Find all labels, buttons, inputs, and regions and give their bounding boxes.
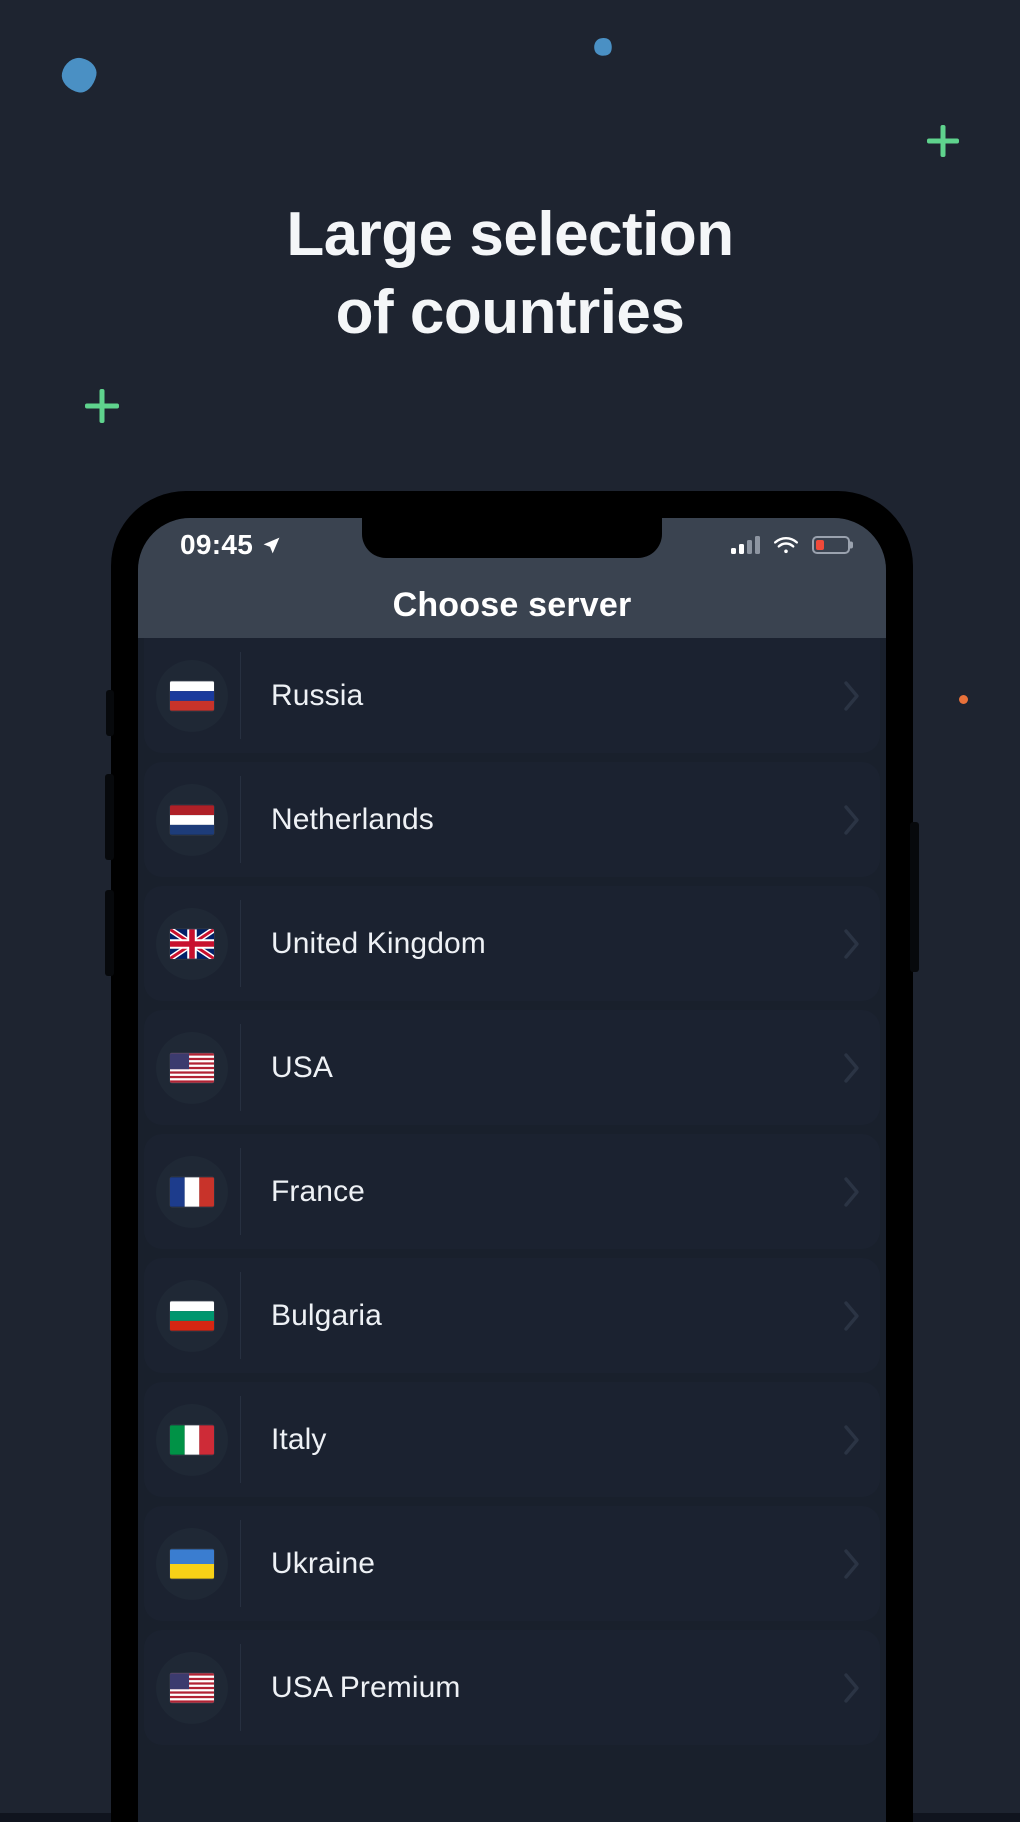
server-name-label: Ukraine (271, 1546, 376, 1580)
phone-notch (362, 518, 662, 558)
decorative-dot (959, 695, 968, 704)
server-flag-cell (144, 659, 240, 732)
flag-fr-icon (170, 1176, 214, 1207)
page-title-line-2: of countries (335, 278, 685, 348)
server-flag-avatar (156, 907, 228, 980)
chevron-right-icon[interactable] (824, 1671, 880, 1705)
chevron-right-icon[interactable] (824, 1175, 880, 1209)
chevron-right-icon[interactable] (824, 679, 880, 713)
server-list-item[interactable]: Russia (144, 638, 880, 753)
server-flag-avatar (156, 659, 228, 732)
app-header-title: Choose server (392, 585, 632, 624)
wifi-icon (773, 536, 799, 555)
chevron-right-icon[interactable] (824, 1547, 880, 1581)
server-list-item[interactable]: Netherlands (144, 762, 880, 877)
server-flag-avatar (156, 1651, 228, 1724)
server-flag-cell (144, 1527, 240, 1600)
cellular-signal-icon (731, 536, 760, 554)
server-flag-avatar (156, 1403, 228, 1476)
server-flag-avatar (156, 1527, 228, 1600)
flag-us-icon (170, 1052, 214, 1083)
phone-volume-down-button[interactable] (105, 890, 114, 976)
server-name-label: France (271, 1174, 365, 1208)
server-name-label: Bulgaria (271, 1298, 382, 1332)
chevron-right-icon[interactable] (824, 803, 880, 837)
server-flag-avatar (156, 1155, 228, 1228)
page-title-line-1: Large selection (286, 200, 734, 269)
decorative-blob-star-large (58, 54, 100, 96)
server-list-item[interactable]: USA Premium (144, 1630, 880, 1745)
server-flag-cell (144, 907, 240, 980)
server-name-label: USA Premium (271, 1670, 461, 1704)
server-flag-cell (144, 1403, 240, 1476)
page-title: Large selection of countries (0, 196, 1020, 352)
phone-screen: 09:45 Choose server Russia Netherlands U… (138, 518, 886, 1822)
status-bar-right (731, 536, 850, 555)
flag-us-icon (170, 1672, 214, 1703)
phone-frame: 09:45 Choose server Russia Netherlands U… (105, 492, 919, 1822)
chevron-right-icon[interactable] (824, 1299, 880, 1333)
server-flag-avatar (156, 1279, 228, 1352)
phone-power-button[interactable] (910, 822, 919, 972)
server-name-label: United Kingdom (271, 926, 486, 960)
server-flag-cell (144, 1651, 240, 1724)
server-list-item[interactable]: Ukraine (144, 1506, 880, 1621)
battery-fill (816, 540, 824, 550)
decorative-plus-top-right (927, 125, 959, 157)
server-name-label: Netherlands (271, 802, 434, 836)
status-bar-time: 09:45 (180, 529, 254, 560)
phone-mockup: 09:45 Choose server Russia Netherlands U… (105, 492, 919, 1822)
server-list-item[interactable]: USA (144, 1010, 880, 1125)
flag-nl-icon (170, 804, 214, 835)
chevron-right-icon[interactable] (824, 927, 880, 961)
flag-bg-icon (170, 1300, 214, 1331)
server-list-item[interactable]: United Kingdom (144, 886, 880, 1001)
server-flag-cell (144, 1031, 240, 1104)
server-flag-cell (144, 1279, 240, 1352)
phone-volume-up-button[interactable] (105, 774, 114, 860)
chevron-right-icon[interactable] (824, 1423, 880, 1457)
server-flag-cell (144, 783, 240, 856)
app-header: Choose server (138, 572, 886, 638)
server-flag-cell (144, 1155, 240, 1228)
server-list-item[interactable]: Italy (144, 1382, 880, 1497)
server-name-label: Italy (271, 1422, 327, 1456)
server-name-label: USA (271, 1050, 333, 1084)
status-bar-left: 09:45 (180, 529, 281, 561)
flag-gb-icon (170, 928, 214, 959)
flag-ua-icon (170, 1548, 214, 1579)
flag-ru-icon (170, 680, 214, 711)
server-flag-avatar (156, 783, 228, 856)
phone-mute-switch[interactable] (106, 690, 114, 736)
chevron-right-icon[interactable] (824, 1051, 880, 1085)
flag-it-icon (170, 1424, 214, 1455)
decorative-plus-left (85, 389, 119, 423)
location-arrow-icon (262, 536, 281, 555)
server-list-item[interactable]: Bulgaria (144, 1258, 880, 1373)
decorative-blob-star-small (591, 35, 615, 59)
server-list-item[interactable]: France (144, 1134, 880, 1249)
server-name-label: Russia (271, 678, 364, 712)
battery-low-icon (812, 536, 850, 554)
server-flag-avatar (156, 1031, 228, 1104)
server-list: Russia Netherlands United Kingdom USA France… (138, 638, 886, 1745)
